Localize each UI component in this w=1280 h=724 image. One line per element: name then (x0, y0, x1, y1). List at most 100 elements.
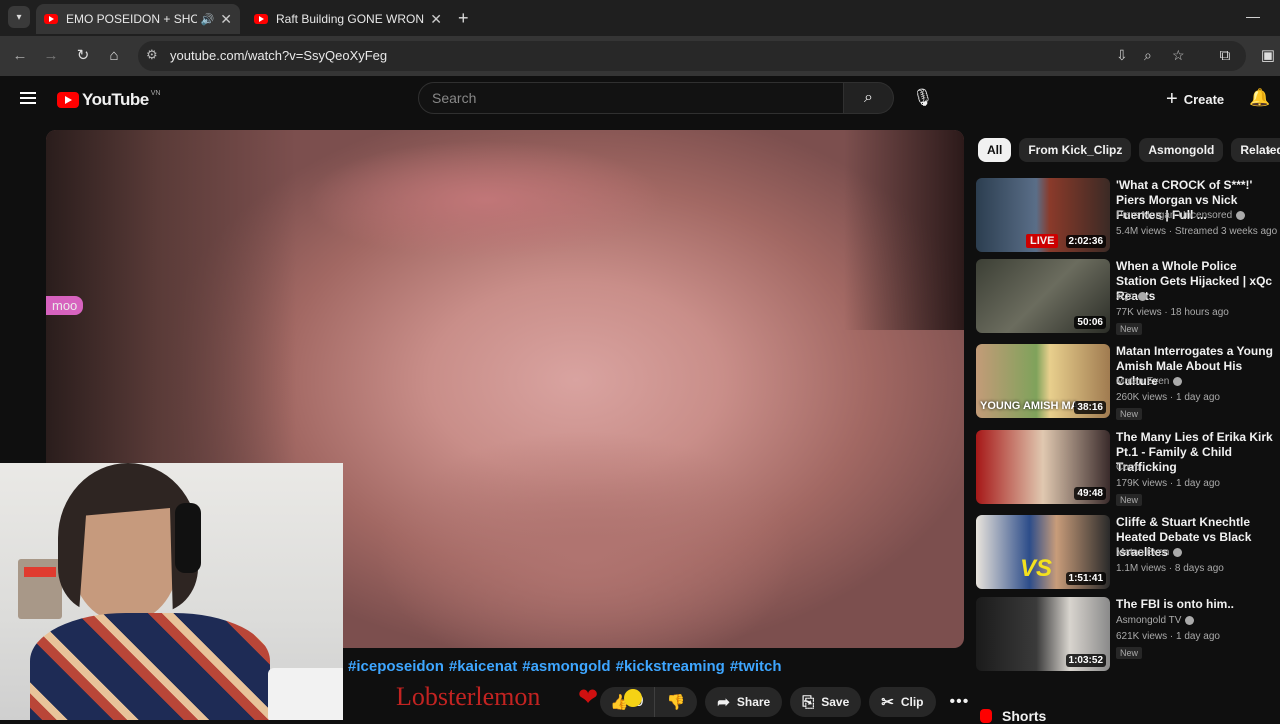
minimize-button[interactable]: — (1246, 8, 1260, 24)
video-thumbnail[interactable]: LIVE 2:02:36 (976, 178, 1110, 252)
clip-button[interactable]: ✂ Clip (869, 687, 936, 717)
share-button[interactable]: ➦ Share (705, 687, 783, 717)
scissors-icon: ✂ (881, 694, 894, 711)
recommended-video[interactable]: VS 1:51:41 Cliffe & Stuart Knechtle Heat… (976, 515, 1280, 593)
youtube-favicon-icon (44, 14, 58, 24)
chevron-right-icon[interactable]: › (1266, 142, 1271, 158)
video-meta: 621K views · 1 day ago (1116, 631, 1220, 642)
tab-title: Raft Building GONE WRONG! 💀 (276, 12, 425, 26)
hashtag-link[interactable]: #iceposeidon (348, 658, 444, 675)
channel-name[interactable]: Matan Even (1116, 376, 1183, 387)
video-overlay-tag: moo (46, 296, 84, 315)
channel-name[interactable]: Asmongold TV (1116, 615, 1195, 626)
tab-search-button[interactable]: ▾ (8, 6, 30, 28)
search-input[interactable] (432, 90, 822, 106)
video-duration: 1:51:41 (1065, 572, 1106, 585)
new-badge: New (1116, 494, 1143, 506)
forward-arrow-icon[interactable]: → (41, 46, 61, 66)
video-title[interactable]: The FBI is onto him.. (1116, 597, 1276, 612)
thumbnail-text: VS (1020, 555, 1053, 582)
dislike-button[interactable]: 👎 (655, 693, 698, 711)
video-duration: 50:06 (1074, 316, 1106, 329)
overlay-name-text: Lobsterlemon (396, 682, 541, 711)
extensions-icon[interactable]: ⧉ (1215, 46, 1235, 66)
plus-icon: + (1166, 87, 1178, 110)
new-badge: New (1116, 647, 1143, 659)
chip-all[interactable]: All (978, 138, 1012, 162)
like-button[interactable]: 👍 9 (600, 687, 655, 717)
recommended-video[interactable]: 1:03:52 The FBI is onto him.. Asmongold … (976, 597, 1280, 675)
create-button[interactable]: + Create (1160, 84, 1236, 114)
recommended-video[interactable]: YOUNG AMISH MA 38:16 Matan Interrogates … (976, 344, 1280, 422)
video-duration: 49:48 (1074, 487, 1106, 500)
site-info-icon[interactable]: ⚙ (146, 47, 158, 63)
bookmark-icon: ⎘ (802, 693, 815, 711)
video-meta: 1.1M views · 8 days ago (1116, 563, 1224, 574)
verified-icon (1137, 291, 1147, 301)
thumbs-down-icon: 👎 (666, 694, 686, 711)
chip-related[interactable]: Related (1231, 138, 1280, 162)
reload-icon[interactable]: ↻ (73, 46, 93, 66)
like-dislike-group: 👍 9 👎 (600, 687, 698, 717)
youtube-favicon-icon (254, 14, 268, 24)
youtube-logo[interactable]: YouTube VN (57, 90, 160, 110)
menu-icon[interactable] (20, 92, 36, 104)
headset-icon (175, 503, 201, 573)
new-tab-button[interactable]: + (458, 8, 469, 29)
tab-title: EMO POSEIDON + SHOOV (66, 12, 197, 26)
channel-name[interactable]: xQc (1116, 291, 1147, 302)
close-tab-icon[interactable]: ✕ (430, 11, 442, 28)
video-hashtags: #iceposeidon #kaicenat #asmongold #kickstre… (348, 658, 787, 675)
search-button[interactable]: ⌕ (844, 82, 894, 114)
hashtag-link[interactable]: #twitch (730, 658, 782, 675)
speaker-icon[interactable]: 🔊 (201, 13, 215, 26)
notifications-bell-icon[interactable]: 🔔 (1249, 88, 1270, 108)
back-arrow-icon[interactable]: ← (10, 46, 30, 66)
channel-name[interactable]: Matan Even (1116, 547, 1183, 558)
video-duration: 1:03:52 (1065, 654, 1106, 667)
recommended-video[interactable]: 50:06 When a Whole Police Station Gets H… (976, 259, 1280, 337)
verified-icon (1173, 376, 1183, 386)
search-icon: ⌕ (864, 89, 873, 106)
browser-toolbar: ← → ↻ ⌂ ⚙ youtube.com/watch?v=SsyQeoXyFe… (0, 36, 1280, 76)
live-badge: LIVE (1026, 234, 1059, 248)
profile-icon[interactable]: ▣ (1258, 46, 1278, 66)
video-thumbnail[interactable]: VS 1:51:41 (976, 515, 1110, 589)
install-app-icon[interactable]: ⇩ (1116, 47, 1128, 64)
video-thumbnail[interactable]: 49:48 (976, 430, 1110, 504)
bookmark-star-icon[interactable]: ☆ (1172, 47, 1185, 64)
browser-tab-active[interactable]: EMO POSEIDON + SHOOV 🔊 ✕ (36, 4, 240, 34)
more-options-icon[interactable]: ••• (950, 693, 970, 711)
home-icon[interactable]: ⌂ (104, 46, 124, 66)
video-thumbnail[interactable]: YOUNG AMISH MA 38:16 (976, 344, 1110, 418)
browser-tab-bar: ▾ EMO POSEIDON + SHOOV 🔊 ✕ Raft Building… (0, 0, 1280, 36)
chip-from-channel[interactable]: From Kick_Clipz (1019, 138, 1132, 162)
shorts-icon (980, 709, 992, 723)
video-meta: 5.4M views · Streamed 3 weeks ago (1116, 226, 1278, 237)
microphone-icon[interactable]: 🎙 (912, 88, 934, 108)
video-title[interactable]: The Many Lies of Erika Kirk Pt.1 - Famil… (1116, 430, 1276, 475)
save-button[interactable]: ⎘ Save (790, 687, 862, 717)
video-thumbnail[interactable]: 1:03:52 (976, 597, 1110, 671)
recommended-video[interactable]: 49:48 The Many Lies of Erika Kirk Pt.1 -… (976, 430, 1280, 508)
hashtag-link[interactable]: #asmongold (522, 658, 610, 675)
filter-chips: All From Kick_Clipz Asmongold Related (978, 138, 1280, 162)
close-tab-icon[interactable]: ✕ (220, 11, 232, 28)
url-text[interactable]: youtube.com/watch?v=SsyQeoXyFeg (170, 48, 387, 63)
verified-icon (1236, 210, 1246, 220)
recommended-video[interactable]: LIVE 2:02:36 'What a CROCK of S***!' Pie… (976, 178, 1280, 256)
channel-name[interactable]: Piers Morgan Uncensored (1116, 210, 1246, 221)
address-bar[interactable]: ⚙ youtube.com/watch?v=SsyQeoXyFeg ⇩ ⌕ ☆ (138, 41, 1246, 71)
thumbnail-text: YOUNG AMISH MA (980, 400, 1079, 412)
video-thumbnail[interactable]: 50:06 (976, 259, 1110, 333)
zoom-icon[interactable]: ⌕ (1144, 47, 1152, 64)
browser-tab[interactable]: Raft Building GONE WRONG! 💀 ✕ (246, 4, 450, 34)
video-meta: 260K views · 1 day ago (1116, 392, 1220, 403)
chip-asmongold[interactable]: Asmongold (1139, 138, 1224, 162)
webcam-overlay (0, 463, 343, 720)
channel-name[interactable]: Coop (1116, 462, 1140, 473)
search-box[interactable] (418, 82, 844, 114)
hashtag-link[interactable]: #kaicenat (449, 658, 517, 675)
hashtag-link[interactable]: #kickstreaming (616, 658, 725, 675)
shorts-section-title: Shorts (980, 708, 1046, 724)
